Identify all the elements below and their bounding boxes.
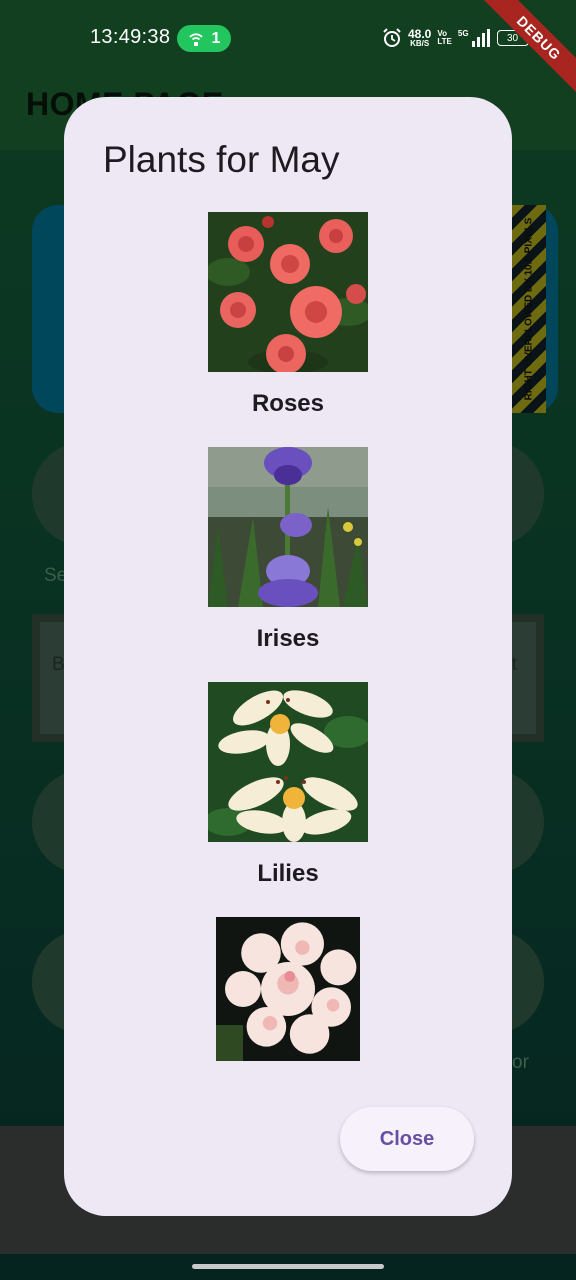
volte-indicator: Vo LTE: [437, 28, 452, 46]
gesture-nav-bar[interactable]: [192, 1264, 384, 1269]
status-icons: 48.0 KB/S Vo LTE 5G 30: [382, 26, 532, 50]
roses-image: [208, 212, 368, 372]
card-text-left: B: [52, 654, 65, 675]
dialog-title: Plants for May: [103, 139, 340, 180]
plant-name: Lilies: [257, 860, 319, 887]
status-bar: 13:49:38 1 48.0 KB/S Vo LTE 5G 30 DEBUG: [0, 0, 576, 100]
plant-list[interactable]: Roses Irises Lilies: [64, 212, 512, 1062]
plant-name: Roses: [251, 390, 325, 417]
hotspot-indicator: 1: [177, 25, 231, 52]
battery-level: 30: [506, 32, 519, 44]
clock: 13:49:38: [90, 26, 171, 48]
plants-dialog: Plants for May Roses Irises Lilies Close: [64, 97, 512, 1216]
hotspot-icon: [188, 32, 203, 46]
close-button[interactable]: Close: [340, 1107, 474, 1171]
alarm-icon: [383, 28, 401, 47]
rhododendron-image: [216, 917, 360, 1061]
lilies-image: [208, 682, 368, 842]
hotspot-count: 1: [211, 29, 221, 47]
overflow-warning-text: RIGHT OVERFLOWED BY 10.0 PIXELS: [523, 217, 535, 401]
plant-name: Irises: [256, 625, 320, 652]
network-speed: 48.0 KB/S: [408, 27, 432, 48]
bottom-label: or: [512, 1052, 529, 1073]
signal-icon: 5G: [458, 29, 491, 47]
irises-image: [208, 447, 368, 607]
